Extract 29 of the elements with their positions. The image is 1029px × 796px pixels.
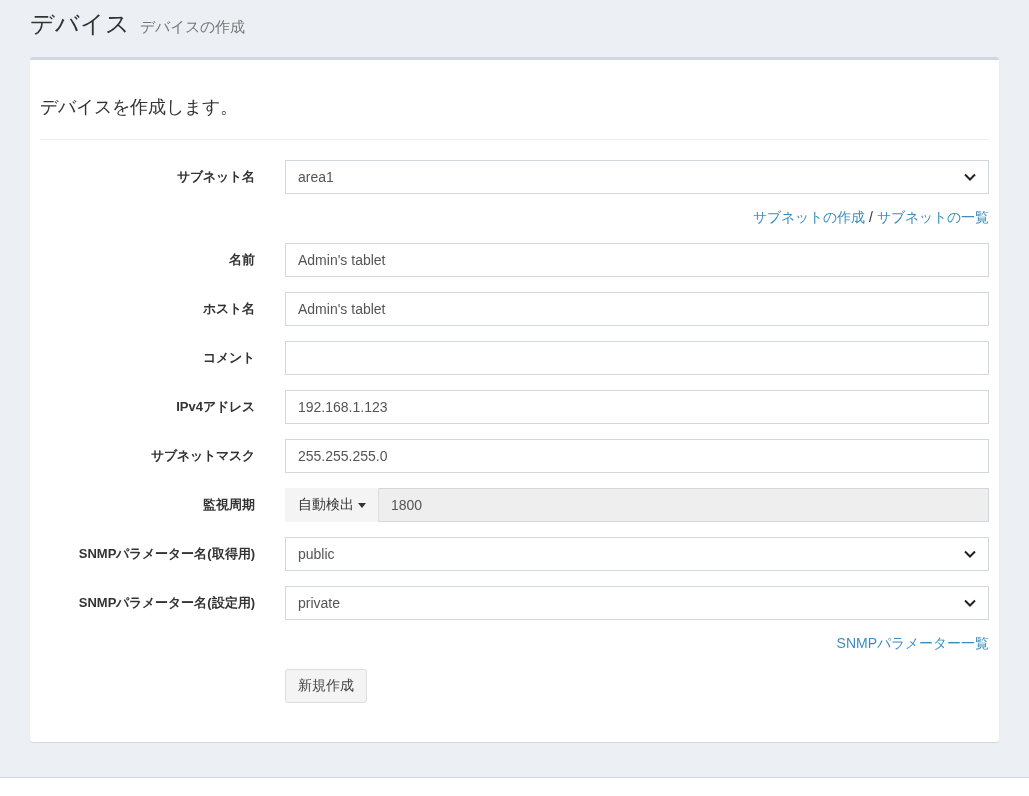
page-title: デバイス (30, 9, 130, 39)
input-field[interactable]: Admin's tablet (285, 292, 989, 326)
select-field[interactable]: private (285, 586, 989, 620)
input-field[interactable]: 192.168.1.123 (285, 390, 989, 424)
input-field[interactable] (285, 341, 989, 375)
input-field[interactable]: 255.255.255.0 (285, 439, 989, 473)
chevron-down-icon (964, 550, 976, 558)
field-label: 監視周期 (202, 496, 255, 514)
field-label: SNMPパラメーター名(設定用) (77, 594, 255, 612)
input-field[interactable]: Admin's tablet (285, 243, 989, 277)
field-label: サブネットマスク (150, 447, 255, 465)
chevron-down-icon (964, 173, 976, 181)
card-heading: デバイスを作成します。 (40, 95, 989, 140)
field-label: IPv4アドレス (175, 398, 255, 416)
field-label: 名前 (228, 251, 255, 269)
chevron-down-icon (964, 599, 976, 607)
create-button[interactable]: 新規作成 (285, 669, 367, 703)
select-field[interactable]: public (285, 537, 989, 571)
link[interactable]: サブネットの一覧 (877, 209, 989, 227)
field-label: コメント (202, 349, 255, 367)
caret-icon (358, 502, 366, 508)
link-separator: / (869, 209, 873, 227)
link[interactable]: SNMPパラメーター一覧 (836, 635, 989, 653)
field-label: SNMPパラメーター名(取得用) (77, 545, 255, 563)
page-subtitle: デバイスの作成 (140, 18, 245, 37)
field-label: ホスト名 (202, 300, 255, 318)
field-label: サブネット名 (176, 168, 255, 186)
link[interactable]: サブネットの作成 (753, 209, 866, 227)
select-field[interactable]: area1 (285, 160, 989, 194)
